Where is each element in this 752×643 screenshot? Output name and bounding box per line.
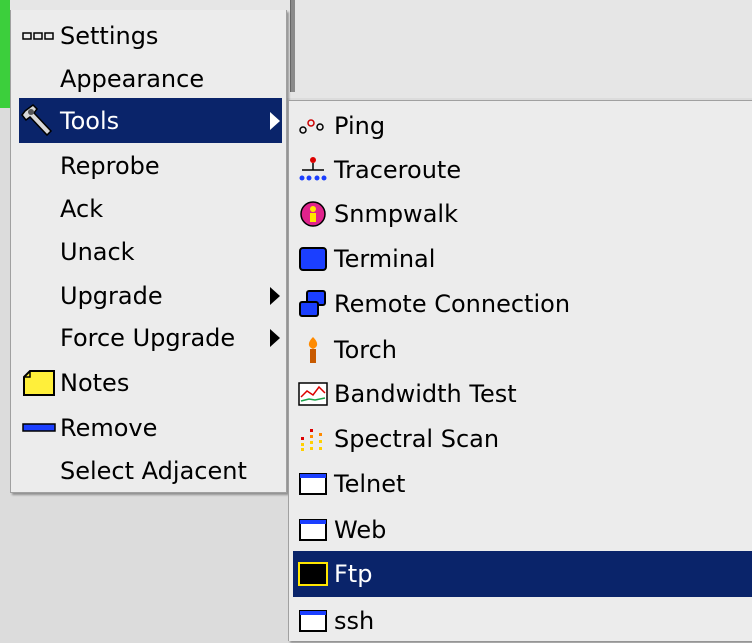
remote-connection-icon [293,284,333,324]
tools-submenu: Ping Traceroute Snmpwalk Terminal Remote… [288,100,752,641]
submenu-item-ssh[interactable]: ssh [293,598,752,643]
menu-item-label: Torch [334,335,398,364]
menu-item-select-adjacent[interactable]: Select Adjacent [19,448,282,493]
snmpwalk-icon [293,194,333,234]
settings-dots-icon [19,16,59,56]
spectral-scan-icon [293,419,333,459]
menu-item-label: ssh [334,606,375,635]
submenu-arrow-icon [270,111,280,130]
window-icon [293,464,333,504]
submenu-item-snmpwalk[interactable]: Snmpwalk [293,191,752,236]
menu-item-label: Ping [334,111,386,140]
menu-item-label: Select Adjacent [60,456,247,485]
menu-item-tools[interactable]: Tools [19,98,282,143]
menu-item-label: Ftp [334,560,373,588]
menu-item-unack[interactable]: Unack [19,229,282,274]
menu-item-label: Traceroute [334,155,462,184]
submenu-item-remote-connection[interactable]: Remote Connection [293,281,752,326]
menu-item-upgrade[interactable]: Upgrade [19,273,282,318]
submenu-item-ftp[interactable]: Ftp [293,551,752,597]
menu-item-label: Tools [60,106,120,135]
note-icon [19,363,59,403]
menu-item-label: Web [334,515,387,544]
submenu-item-telnet[interactable]: Telnet [293,461,752,506]
wrench-icon [19,101,59,141]
ftp-icon [293,554,333,594]
bandwidth-icon [293,374,333,414]
pane-separator[interactable] [290,0,295,92]
submenu-item-torch[interactable]: Torch [293,327,752,372]
menu-item-label: Notes [60,368,130,397]
green-edge [0,0,10,108]
menu-item-label: Settings [60,21,159,50]
menu-item-label: Remote Connection [334,289,571,318]
submenu-item-bandwidth-test[interactable]: Bandwidth Test [293,371,752,416]
menu-item-label: Unack [60,237,135,266]
menu-item-label: Force Upgrade [60,323,236,352]
menu-item-force-upgrade[interactable]: Force Upgrade [19,315,282,360]
submenu-item-spectral-scan[interactable]: Spectral Scan [293,416,752,461]
menu-item-reprobe[interactable]: Reprobe [19,143,282,188]
menu-item-label: Ack [60,194,104,223]
menu-item-label: Snmpwalk [334,199,458,228]
minus-icon [19,408,59,448]
menu-item-notes[interactable]: Notes [19,360,282,405]
submenu-item-traceroute[interactable]: Traceroute [293,147,752,192]
menu-item-ack[interactable]: Ack [19,186,282,231]
traceroute-icon [293,150,333,190]
torch-icon [293,330,333,370]
menu-item-settings[interactable]: Settings [19,13,282,58]
terminal-icon [293,239,333,279]
submenu-item-ping[interactable]: Ping [293,103,752,148]
ping-icon [293,106,333,146]
window-icon [293,510,333,550]
submenu-arrow-icon [270,286,280,305]
menu-item-label: Appearance [60,64,205,93]
context-menu: Settings Appearance Tools Reprobe Ack Un… [10,10,287,493]
menu-item-label: Terminal [334,244,436,273]
menu-item-appearance[interactable]: Appearance [19,56,282,101]
submenu-item-terminal[interactable]: Terminal [293,236,752,281]
window-icon [293,601,333,641]
menu-item-label: Remove [60,413,158,442]
menu-item-label: Telnet [334,469,406,498]
submenu-arrow-icon [270,328,280,347]
menu-item-label: Bandwidth Test [334,379,517,408]
menu-item-label: Upgrade [60,281,163,310]
menu-item-label: Reprobe [60,151,160,180]
menu-item-remove[interactable]: Remove [19,405,282,450]
menu-item-label: Spectral Scan [334,424,500,453]
submenu-item-web[interactable]: Web [293,507,752,552]
